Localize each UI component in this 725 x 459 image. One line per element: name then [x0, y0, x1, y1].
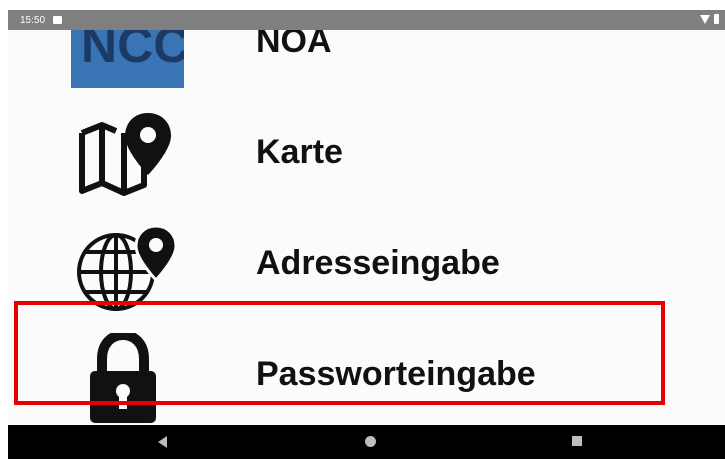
menu-item-label: Passworteingabe — [256, 355, 536, 393]
navigation-bar — [8, 425, 725, 459]
menu-item-passworteingabe[interactable]: Passworteingabe — [8, 321, 725, 423]
wifi-icon — [700, 14, 710, 24]
globe-pin-icon — [77, 224, 178, 311]
menu-item-adresseingabe[interactable]: Adresseingabe — [8, 210, 725, 322]
battery-icon — [714, 14, 719, 24]
menu-item-karte[interactable]: Karte — [8, 99, 725, 211]
status-icons — [700, 14, 719, 24]
map-pin-icon — [79, 113, 171, 196]
recents-square-icon — [572, 436, 582, 446]
menu-item-label: Adresseingabe — [256, 244, 500, 282]
image-notification-icon — [53, 16, 63, 24]
status-bar: 15:50 — [8, 10, 725, 30]
back-button[interactable] — [144, 425, 184, 459]
back-triangle-icon — [158, 436, 167, 448]
recents-button[interactable] — [557, 425, 597, 459]
home-circle-icon — [365, 436, 376, 447]
home-button[interactable] — [351, 425, 391, 459]
app-screen: 15:50 NCC NOA Karte Adresseingabe Passwo… — [8, 10, 725, 459]
status-time: 15:50 — [20, 14, 46, 26]
padlock-icon — [90, 333, 156, 423]
menu-item-label: Karte — [256, 133, 343, 171]
